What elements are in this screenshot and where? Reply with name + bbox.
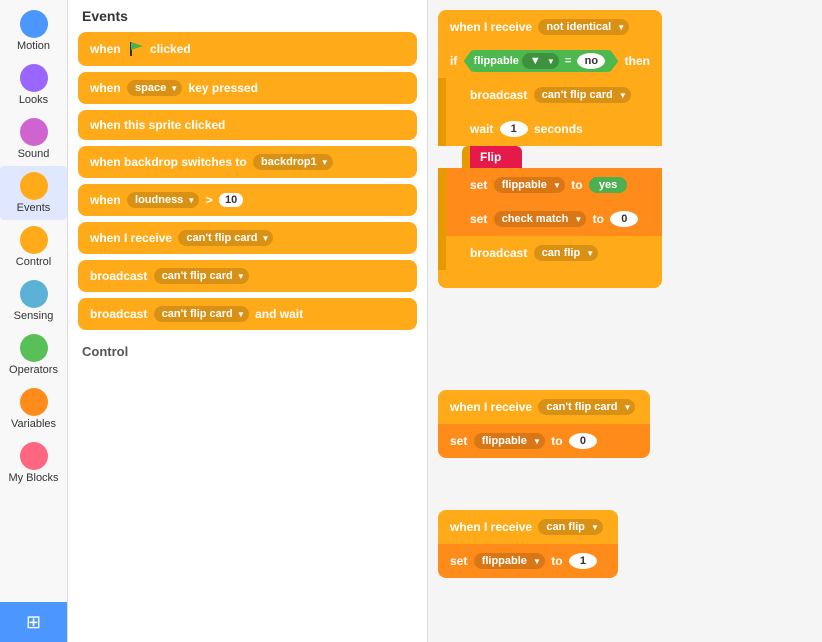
wait-value[interactable]: 1 bbox=[500, 121, 528, 137]
sidebar-label-looks: Looks bbox=[19, 94, 48, 106]
when-receive-block[interactable]: when I receive can't flip card bbox=[78, 222, 417, 254]
looks-dot bbox=[20, 64, 48, 92]
set-flippable-dd-3[interactable]: flippable bbox=[474, 553, 545, 569]
when-loudness-block[interactable]: when loudness > 10 bbox=[78, 184, 417, 216]
loudness-value[interactable]: 10 bbox=[219, 193, 243, 207]
backdrop-dropdown[interactable]: backdrop1 bbox=[253, 154, 333, 170]
set-flippable-dd-2[interactable]: flippable bbox=[474, 433, 545, 449]
sidebar-item-operators[interactable]: Operators bbox=[0, 328, 67, 382]
condition-value[interactable]: no bbox=[577, 53, 605, 69]
sidebar-label-operators: Operators bbox=[9, 364, 58, 376]
canvas-group-2: when I receive can't flip card set flipp… bbox=[438, 390, 650, 458]
flag-icon bbox=[128, 40, 146, 58]
broadcast-block[interactable]: broadcast can't flip card bbox=[78, 260, 417, 292]
myblocks-dot bbox=[20, 442, 48, 470]
panel-title: Events bbox=[78, 8, 417, 24]
loudness-dropdown[interactable]: loudness bbox=[127, 192, 199, 208]
canvas-when-receive-3[interactable]: when I receive can flip bbox=[438, 510, 618, 544]
sidebar-label-myblocks: My Blocks bbox=[8, 472, 58, 484]
canvas-set-flippable-2[interactable]: set flippable to 0 bbox=[438, 424, 650, 458]
flippable-condition: flippable ▼ = no bbox=[464, 50, 619, 72]
blocks-icon: ⊞ bbox=[26, 612, 41, 633]
broadcast-canflip-dd[interactable]: can flip bbox=[534, 245, 599, 261]
sidebar-label-control: Control bbox=[16, 256, 51, 268]
canvas-set-checkmatch[interactable]: set check match to 0 bbox=[438, 202, 662, 236]
sidebar-item-motion[interactable]: Motion bbox=[0, 4, 67, 58]
flippable-to-1[interactable]: 1 bbox=[569, 553, 597, 569]
flippable-dropdown[interactable]: ▼ bbox=[522, 53, 559, 69]
canvas-area: when I receive not identical if flippabl… bbox=[428, 0, 822, 642]
canvas-when-receive-2[interactable]: when I receive can't flip card bbox=[438, 390, 650, 424]
canvas-receive-dd-2[interactable]: can't flip card bbox=[538, 399, 635, 415]
sidebar-label-sound: Sound bbox=[18, 148, 50, 160]
when-flag-block[interactable]: when clicked bbox=[78, 32, 417, 66]
sound-dot bbox=[20, 118, 48, 146]
canvas-set-flippable-3[interactable]: set flippable to 1 bbox=[438, 544, 618, 578]
when-flag-clicked: clicked bbox=[150, 42, 191, 56]
if-end-cap bbox=[438, 270, 662, 288]
canvas-broadcast-1[interactable]: broadcast can't flip card bbox=[438, 78, 662, 112]
sidebar-item-sensing[interactable]: Sensing bbox=[0, 274, 67, 328]
sidebar-item-control[interactable]: Control bbox=[0, 220, 67, 274]
canvas-group-1: when I receive not identical if flippabl… bbox=[438, 10, 662, 288]
canvas-group-3: when I receive can flip set flippable to… bbox=[438, 510, 618, 578]
sidebar-label-events: Events bbox=[17, 202, 51, 214]
set-flippable-dd[interactable]: flippable bbox=[494, 177, 565, 193]
flip-label: Flip bbox=[462, 146, 522, 168]
when-key-block[interactable]: when space key pressed bbox=[78, 72, 417, 104]
block-panel: Events when clicked when space key press… bbox=[68, 0, 428, 642]
canvas-when-receive-1[interactable]: when I receive not identical bbox=[438, 10, 662, 44]
when-sprite-block[interactable]: when this sprite clicked bbox=[78, 110, 417, 140]
canvas-broadcast-canflip[interactable]: broadcast can flip bbox=[438, 236, 662, 270]
sidebar-item-looks[interactable]: Looks bbox=[0, 58, 67, 112]
broadcast-wait-block[interactable]: broadcast can't flip card and wait bbox=[78, 298, 417, 330]
sidebar-item-events[interactable]: Events bbox=[0, 166, 67, 220]
bottom-toolbar[interactable]: ⊞ bbox=[0, 602, 67, 642]
sidebar: Motion Looks Sound Events Control Sensin… bbox=[0, 0, 68, 642]
sidebar-item-sound[interactable]: Sound bbox=[0, 112, 67, 166]
canvas-receive-dd-3[interactable]: can flip bbox=[538, 519, 603, 535]
operators-dot bbox=[20, 334, 48, 362]
canvas-if-block[interactable]: if flippable ▼ = no then bbox=[438, 44, 662, 78]
sidebar-label-sensing: Sensing bbox=[14, 310, 54, 322]
motion-dot bbox=[20, 10, 48, 38]
control-section-title: Control bbox=[82, 344, 417, 359]
receive-dropdown[interactable]: can't flip card bbox=[178, 230, 273, 246]
sidebar-item-myblocks[interactable]: My Blocks bbox=[0, 436, 67, 490]
when-backdrop-block[interactable]: when backdrop switches to backdrop1 bbox=[78, 146, 417, 178]
canvas-set-flippable-1[interactable]: set flippable to yes bbox=[438, 168, 662, 202]
flippable-to-0[interactable]: 0 bbox=[569, 433, 597, 449]
flippable-to-yes[interactable]: yes bbox=[589, 177, 627, 193]
sensing-dot bbox=[20, 280, 48, 308]
variables-dot bbox=[20, 388, 48, 416]
checkmatch-value[interactable]: 0 bbox=[610, 211, 638, 227]
sidebar-item-variables[interactable]: Variables bbox=[0, 382, 67, 436]
control-dot bbox=[20, 226, 48, 254]
canvas-receive-dropdown-1[interactable]: not identical bbox=[538, 19, 629, 35]
sidebar-label-motion: Motion bbox=[17, 40, 50, 52]
set-checkmatch-dd[interactable]: check match bbox=[494, 211, 587, 227]
space-dropdown[interactable]: space bbox=[127, 80, 182, 96]
canvas-broadcast-dd-1[interactable]: can't flip card bbox=[534, 87, 631, 103]
when-flag-text: when bbox=[90, 42, 124, 56]
broadcast-wait-dropdown[interactable]: can't flip card bbox=[154, 306, 249, 322]
canvas-wait-1[interactable]: wait 1 seconds bbox=[438, 112, 662, 146]
sidebar-label-variables: Variables bbox=[11, 418, 56, 430]
broadcast-dropdown[interactable]: can't flip card bbox=[154, 268, 249, 284]
events-dot bbox=[20, 172, 48, 200]
